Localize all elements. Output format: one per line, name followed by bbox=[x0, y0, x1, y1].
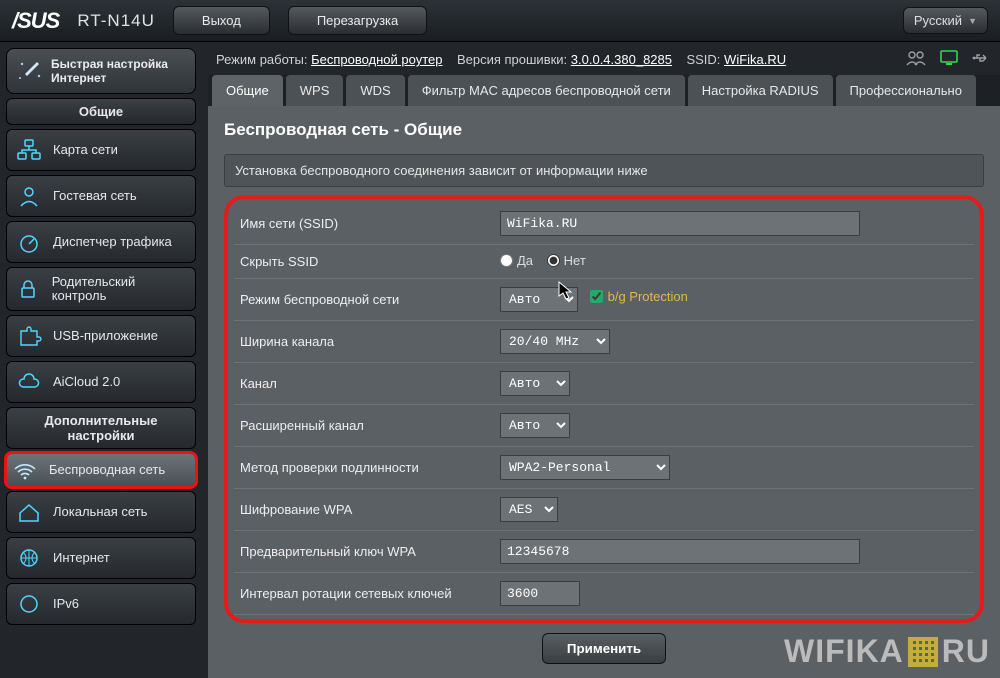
wifi-icon bbox=[11, 457, 39, 483]
channel-width-label: Ширина канала bbox=[234, 321, 494, 363]
language-selector[interactable]: Русский ▼ bbox=[903, 7, 988, 34]
auth-method-select[interactable]: WPA2-Personal bbox=[500, 455, 670, 480]
mode-label: Режим работы: bbox=[216, 52, 307, 67]
globe-icon bbox=[15, 545, 43, 571]
sidebar-item-guest[interactable]: Гостевая сеть bbox=[6, 175, 196, 217]
model-name: RT-N14U bbox=[77, 11, 155, 31]
home-icon bbox=[15, 499, 43, 525]
sidebar-item-label: USB-приложение bbox=[53, 329, 158, 343]
sidebar-item-label: Гостевая сеть bbox=[53, 189, 137, 203]
wpa-encryption-label: Шифрование WPA bbox=[234, 489, 494, 531]
tab-professional[interactable]: Профессионально bbox=[836, 75, 976, 106]
tab-radius[interactable]: Настройка RADIUS bbox=[688, 75, 833, 106]
settings-panel: Беспроводная сеть - Общие Установка бесп… bbox=[208, 106, 1000, 678]
page-title: Беспроводная сеть - Общие bbox=[224, 120, 984, 140]
clients-icon[interactable] bbox=[906, 50, 926, 69]
channel-select[interactable]: Авто bbox=[500, 371, 570, 396]
tab-wps[interactable]: WPS bbox=[286, 75, 344, 106]
ssid-input[interactable] bbox=[500, 211, 860, 236]
highlighted-form-area: Имя сети (SSID) Скрыть SSID Да Нет Режим… bbox=[224, 195, 984, 623]
sidebar-item-label: AiCloud 2.0 bbox=[53, 375, 120, 389]
main-content: Режим работы: Беспроводной роутер Версия… bbox=[202, 42, 1000, 678]
monitor-icon[interactable] bbox=[940, 50, 958, 69]
ext-channel-select[interactable]: Авто bbox=[500, 413, 570, 438]
ssid-label: SSID: bbox=[686, 52, 720, 67]
sidebar-group-general: Общие bbox=[6, 98, 196, 125]
network-map-icon bbox=[15, 137, 43, 163]
usb-icon[interactable] bbox=[972, 51, 992, 68]
tab-general[interactable]: Общие bbox=[212, 75, 283, 106]
puzzle-icon bbox=[15, 323, 43, 349]
sidebar-item-label: IPv6 bbox=[53, 597, 79, 611]
info-bar: Режим работы: Беспроводной роутер Версия… bbox=[208, 42, 1000, 75]
sidebar-item-label: Беспроводная сеть bbox=[49, 463, 165, 477]
wireless-mode-label: Режим беспроводной сети bbox=[234, 279, 494, 321]
sidebar-item-label: Интернет bbox=[53, 551, 110, 565]
chevron-down-icon: ▼ bbox=[968, 16, 977, 26]
sidebar-item-ipv6[interactable]: IPv6 bbox=[6, 583, 196, 625]
wireless-mode-select[interactable]: Авто bbox=[500, 287, 578, 312]
app-header: /SUS RT-N14U Выход Перезагрузка Русский … bbox=[0, 0, 1000, 42]
firmware-label: Версия прошивки: bbox=[457, 52, 567, 67]
guest-icon bbox=[15, 183, 43, 209]
tab-wds[interactable]: WDS bbox=[346, 75, 404, 106]
sidebar-group-advanced: Дополнительные настройки bbox=[6, 407, 196, 449]
cloud-icon bbox=[15, 369, 43, 395]
traffic-icon bbox=[15, 229, 43, 255]
qr-icon bbox=[908, 637, 938, 667]
tab-bar: Общие WPS WDS Фильтр MAC адресов беспров… bbox=[208, 75, 1000, 106]
channel-label: Канал bbox=[234, 363, 494, 405]
wpa-psk-input[interactable] bbox=[500, 539, 860, 564]
sidebar-item-parental[interactable]: Родительский контроль bbox=[6, 267, 196, 311]
rekey-interval-label: Интервал ротации сетевых ключей bbox=[234, 573, 494, 615]
lock-icon bbox=[15, 276, 42, 302]
quick-setup-button[interactable]: Быстрая настройка Интернет bbox=[6, 48, 196, 94]
sidebar-item-lan[interactable]: Локальная сеть bbox=[6, 491, 196, 533]
hide-ssid-no[interactable]: Нет bbox=[547, 253, 586, 268]
sidebar-item-label: Локальная сеть bbox=[53, 505, 147, 519]
sidebar-item-label: Диспетчер трафика bbox=[53, 235, 172, 249]
auth-method-label: Метод проверки подлинности bbox=[234, 447, 494, 489]
hide-ssid-yes[interactable]: Да bbox=[500, 253, 533, 268]
bg-protection-checkbox[interactable]: b/g Protection bbox=[590, 289, 688, 304]
sidebar-item-wireless[interactable]: Беспроводная сеть bbox=[6, 453, 196, 487]
language-label: Русский bbox=[914, 13, 962, 28]
sidebar-item-usb[interactable]: USB-приложение bbox=[6, 315, 196, 357]
sidebar-item-wan[interactable]: Интернет bbox=[6, 537, 196, 579]
sidebar-item-map[interactable]: Карта сети bbox=[6, 129, 196, 171]
ipv6-icon bbox=[15, 591, 43, 617]
rekey-interval-input[interactable] bbox=[500, 581, 580, 606]
channel-width-select[interactable]: 20/40 MHz bbox=[500, 329, 610, 354]
apply-button[interactable]: Применить bbox=[542, 633, 666, 664]
brand-logo: /SUS bbox=[12, 8, 59, 34]
sidebar-item-label: Карта сети bbox=[53, 143, 118, 157]
firmware-link[interactable]: 3.0.0.4.380_8285 bbox=[571, 52, 672, 67]
mode-link[interactable]: Беспроводной роутер bbox=[311, 52, 442, 67]
logout-button[interactable]: Выход bbox=[173, 6, 270, 35]
wand-icon bbox=[17, 58, 43, 84]
wpa-psk-label: Предварительный ключ WPA bbox=[234, 531, 494, 573]
tab-macfilter[interactable]: Фильтр MAC адресов беспроводной сети bbox=[408, 75, 685, 106]
wpa-encryption-select[interactable]: AES bbox=[500, 497, 558, 522]
sidebar: Быстрая настройка Интернет Общие Карта с… bbox=[0, 42, 202, 678]
watermark: WIFIKA RU bbox=[784, 633, 990, 670]
sidebar-item-traffic[interactable]: Диспетчер трафика bbox=[6, 221, 196, 263]
ext-channel-label: Расширенный канал bbox=[234, 405, 494, 447]
settings-table: Имя сети (SSID) Скрыть SSID Да Нет Режим… bbox=[234, 203, 974, 615]
sidebar-item-aicloud[interactable]: AiCloud 2.0 bbox=[6, 361, 196, 403]
quick-setup-label: Быстрая настройка Интернет bbox=[51, 57, 185, 85]
reboot-button[interactable]: Перезагрузка bbox=[288, 6, 427, 35]
sidebar-item-label: Родительский контроль bbox=[52, 275, 187, 303]
hide-ssid-label: Скрыть SSID bbox=[234, 245, 494, 279]
ssid-link[interactable]: WiFika.RU bbox=[724, 52, 786, 67]
page-description: Установка беспроводного соединения завис… bbox=[224, 154, 984, 187]
ssid-field-label: Имя сети (SSID) bbox=[234, 203, 494, 245]
